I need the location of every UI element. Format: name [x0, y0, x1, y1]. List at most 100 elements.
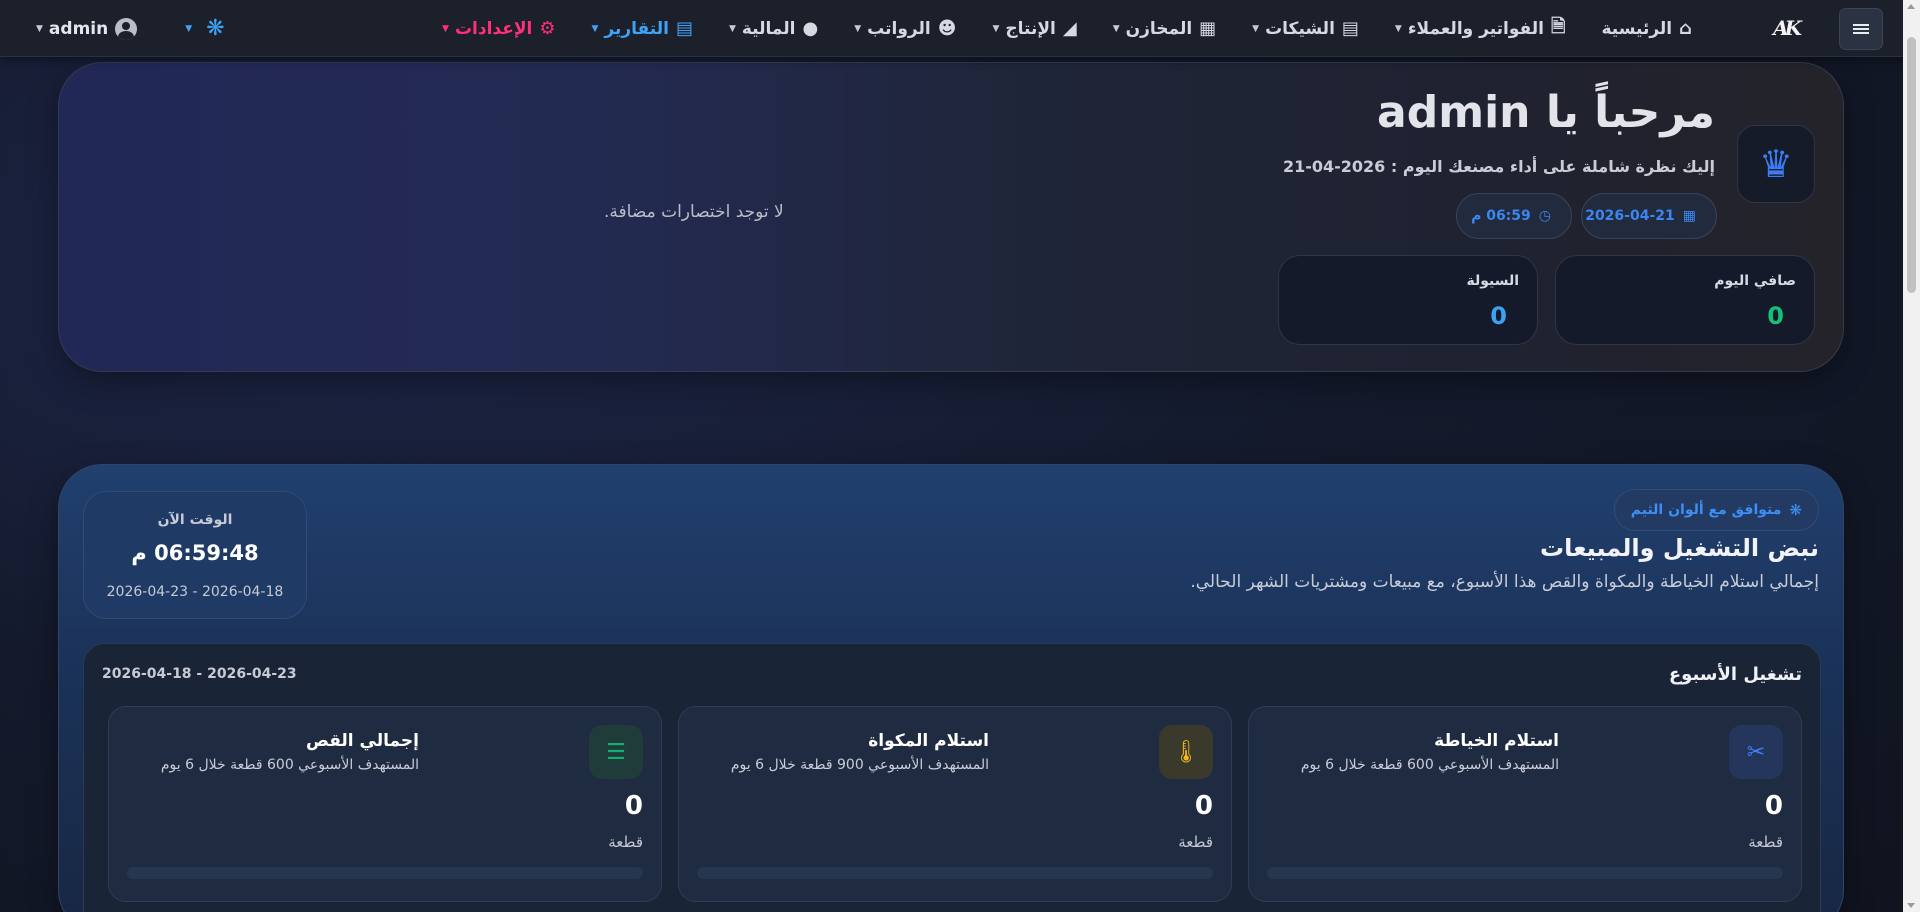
layers-icon: ☰: [589, 725, 643, 779]
net-today-card: صافي اليوم 0: [1555, 255, 1815, 345]
metric-unit: قطعة: [1178, 833, 1213, 851]
metric-value: 0: [1194, 791, 1213, 821]
caret-down-icon: ▼: [591, 23, 599, 34]
week-title: تشغيل الأسبوع: [1668, 664, 1802, 685]
clock-icon: ◷: [1538, 208, 1551, 224]
nav-item-label: المخازن: [1125, 18, 1193, 39]
user-circle-icon: [115, 17, 138, 40]
nav-item-salaries[interactable]: ☻ الرواتب ▼: [836, 0, 974, 57]
crown-icon: ♛: [1737, 125, 1815, 203]
app-logo[interactable]: AK: [1762, 16, 1802, 40]
nav-item-label: الشيكات: [1265, 18, 1335, 39]
main-nav: ⌂ الرئيسية 🗎 الفواتير والعملاء ▼ ▤ الشيك…: [424, 0, 1710, 57]
metric-value: 0: [624, 791, 643, 821]
metric-title: استلام الخياطة: [1434, 731, 1559, 751]
operations-subtitle: إجمالي استلام الخياطة والمكواة والقص هذا…: [1190, 572, 1819, 592]
palette-icon: ❋: [1789, 501, 1802, 519]
scroll-up-icon[interactable]: [1907, 4, 1915, 9]
chart-bar-icon: ▤: [675, 18, 693, 39]
caret-down-icon: ▼: [442, 23, 449, 34]
scrollbar-thumb[interactable]: [1907, 37, 1916, 293]
shirt-icon: ◢: [1062, 18, 1077, 39]
metric-card-cutting: ☰ إجمالي القص المستهدف الأسبوعي 600 قطعة…: [108, 706, 662, 902]
nav-item-label: الرواتب: [867, 18, 931, 39]
money-check-icon: ▤: [1341, 18, 1359, 39]
metric-progress-bar: [1267, 867, 1783, 879]
caret-down-icon: ▼: [728, 23, 736, 34]
nav-item-settings[interactable]: ⚙ الإعدادات ▼: [424, 0, 573, 57]
nav-item-reports[interactable]: ▤ التقارير ▼: [574, 0, 711, 57]
metric-unit: قطعة: [608, 833, 643, 851]
hamburger-icon: [1853, 22, 1869, 36]
money-bag-icon: ●: [802, 18, 819, 39]
no-shortcuts-message: لا توجد اختصارات مضافة.: [604, 202, 784, 222]
metric-subtitle: المستهدف الأسبوعي 900 قطعة خلال 6 يوم: [730, 757, 989, 773]
live-clock: الوقت الآن 06:59:48 م 2026-04-18 - 2026-…: [83, 491, 307, 619]
nav-item-label: الفواتير والعملاء: [1407, 18, 1544, 39]
users-icon: ☻: [937, 18, 957, 39]
theme-switcher[interactable]: ▼ ❋: [185, 16, 224, 41]
theme-badge-text: متوافق مع ألوان الثيم: [1630, 502, 1782, 518]
caret-down-icon: ▼: [185, 23, 193, 34]
thermometer-icon: 🌡: [1159, 725, 1213, 779]
theme-badge: ❋ متوافق مع ألوان الثيم: [1613, 489, 1819, 531]
scroll-down-icon[interactable]: [1907, 903, 1915, 908]
operations-card: ❋ متوافق مع ألوان الثيم نبض التشغيل والم…: [58, 464, 1844, 912]
nav-item-label: الإعدادات: [454, 18, 533, 39]
nav-item-label: الإنتاج: [1005, 18, 1056, 39]
welcome-card: ♛ مرحباً يا admin إليك نظرة شاملة على أد…: [58, 62, 1844, 372]
week-range: 2026-04-18 - 2026-04-23: [102, 666, 297, 682]
welcome-subtitle: إليك نظرة شاملة على أداء مصنعك اليوم : 2…: [1282, 157, 1715, 176]
liquidity-card: السيولة 0: [1278, 255, 1538, 345]
time-pill-text: 06:59 م: [1471, 208, 1531, 224]
metric-unit: قطعة: [1748, 833, 1783, 851]
caret-down-icon: ▼: [1252, 23, 1260, 34]
week-operations-panel: تشغيل الأسبوع 2026-04-18 - 2026-04-23 ✂ …: [83, 643, 1821, 912]
nav-item-production[interactable]: ◢ الإنتاج ▼: [974, 0, 1094, 57]
nav-item-warehouses[interactable]: ▦ المخازن ▼: [1095, 0, 1234, 57]
metric-progress-bar: [127, 867, 643, 879]
time-pill: ◷ 06:59 م: [1456, 193, 1572, 239]
clock-time: 06:59:48 م: [131, 541, 259, 565]
metric-card-sewing: ✂ استلام الخياطة المستهدف الأسبوعي 600 ق…: [1248, 706, 1802, 902]
clock-range: 2026-04-18 - 2026-04-23: [106, 584, 284, 600]
nav-item-home[interactable]: ⌂ الرئيسية: [1583, 0, 1710, 57]
clock-label: الوقت الآن: [157, 512, 233, 528]
file-invoice-icon: 🗎: [1550, 15, 1566, 37]
operations-title: نبض التشغيل والمبيعات: [1540, 534, 1819, 562]
username: admin: [48, 18, 109, 39]
house-icon: ⌂: [1679, 18, 1692, 39]
metric-title: إجمالي القص: [306, 731, 419, 751]
palette-icon: ❋: [206, 16, 225, 41]
menu-toggle-button[interactable]: [1839, 8, 1883, 50]
nav-item-finance[interactable]: ● المالية ▼: [711, 0, 836, 57]
scissors-icon: ✂: [1729, 725, 1783, 779]
metric-subtitle: المستهدف الأسبوعي 600 قطعة خلال 6 يوم: [1300, 757, 1559, 773]
metric-subtitle: المستهدف الأسبوعي 600 قطعة خلال 6 يوم: [160, 757, 419, 773]
liquidity-value: 0: [1490, 302, 1507, 330]
liquidity-label: السيولة: [1466, 273, 1519, 289]
nav-item-label: الرئيسية: [1601, 18, 1673, 39]
top-navbar: AK ⌂ الرئيسية 🗎 الفواتير والعملاء ▼ ▤ ال…: [0, 0, 1920, 57]
caret-down-icon: ▼: [1394, 23, 1402, 34]
caret-down-icon: ▼: [36, 23, 43, 34]
user-menu[interactable]: ▼ admin: [36, 17, 138, 40]
welcome-title: مرحباً يا admin: [1377, 87, 1715, 138]
net-today-label: صافي اليوم: [1714, 273, 1796, 289]
nav-left-group: ▼ admin ▼ ❋: [36, 0, 225, 57]
caret-down-icon: ▼: [1112, 23, 1120, 34]
gear-icon: ⚙: [539, 18, 556, 39]
page-scrollbar[interactable]: [1903, 0, 1920, 912]
nav-item-invoices[interactable]: 🗎 الفواتير والعملاء ▼: [1377, 0, 1584, 57]
date-pill: ▦ 2026-04-21: [1581, 193, 1717, 239]
caret-down-icon: ▼: [992, 23, 1000, 34]
nav-item-label: التقارير: [604, 18, 669, 39]
boxes-icon: ▦: [1199, 18, 1217, 39]
metric-value: 0: [1764, 791, 1783, 821]
calendar-icon: ▦: [1682, 208, 1696, 224]
nav-item-checks[interactable]: ▤ الشيكات ▼: [1234, 0, 1377, 57]
metric-card-ironing: 🌡 استلام المكواة المستهدف الأسبوعي 900 ق…: [678, 706, 1232, 902]
metric-title: استلام المكواة: [868, 731, 989, 751]
net-today-value: 0: [1767, 302, 1784, 330]
metric-progress-bar: [697, 867, 1213, 879]
